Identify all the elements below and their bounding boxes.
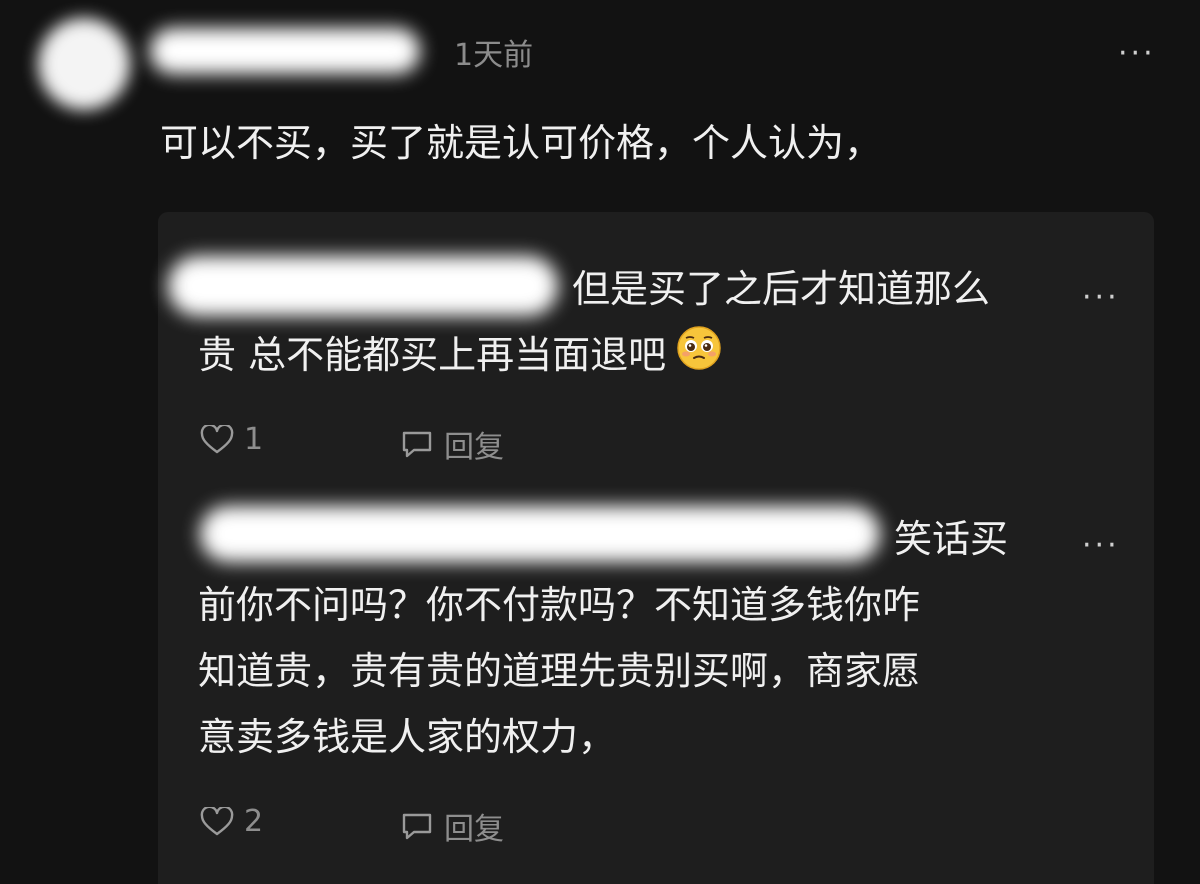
comment-icon: [402, 431, 432, 458]
reply-text: 贵 总不能都买上再当面退吧: [198, 322, 722, 391]
username-redacted[interactable]: [150, 28, 420, 74]
reply-button[interactable]: 回复: [400, 422, 504, 466]
reply-label: 回复: [444, 430, 504, 465]
reply-text-line: 知道贵，贵有贵的道理先贵别买啊，商家愿: [198, 649, 921, 693]
like-button[interactable]: 1: [200, 422, 263, 457]
comment-thread: { "comment": { "timestamp": "1天前", "text…: [0, 0, 1200, 884]
more-options-icon[interactable]: ···: [1118, 36, 1156, 71]
comment-text: 可以不买，买了就是认可价格，个人认为，: [160, 121, 883, 165]
more-options-icon[interactable]: ···: [1082, 528, 1120, 563]
avatar[interactable]: [38, 18, 130, 110]
comment-icon: [402, 813, 432, 840]
comment-timestamp: 1天前: [454, 38, 534, 73]
like-button[interactable]: 2: [200, 804, 263, 839]
reply-text: 笑话买: [894, 517, 1009, 561]
heart-icon: [200, 424, 234, 453]
reply-username-redacted[interactable]: [168, 256, 558, 316]
reply-button[interactable]: 回复: [400, 804, 504, 848]
reply-text-line: 前你不问吗？你不付款吗？不知道多钱你咋: [198, 583, 921, 627]
pleading-face-emoji: [676, 325, 722, 391]
reply-text-line: 意卖多钱是人家的权力，: [198, 715, 617, 759]
reply-text-line: 贵 总不能都买上再当面退吧: [198, 333, 667, 377]
more-options-icon[interactable]: ···: [1082, 280, 1120, 315]
like-count: 1: [244, 422, 264, 457]
reply-username-redacted[interactable]: [200, 506, 880, 562]
heart-icon: [200, 806, 234, 835]
reply-label: 回复: [444, 812, 504, 847]
reply-text: 但是买了之后才知道那么: [572, 267, 991, 311]
like-count: 2: [244, 804, 264, 839]
